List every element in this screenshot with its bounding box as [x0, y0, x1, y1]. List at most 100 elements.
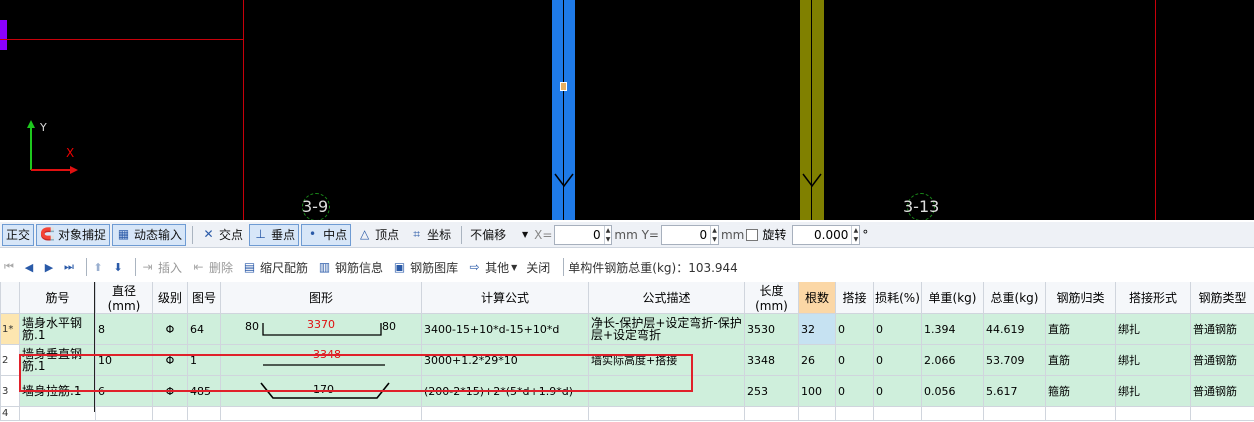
cell-shape[interactable]: 80 3370 80: [220, 313, 422, 345]
rebar-library-button[interactable]: ▣ 钢筋图库: [392, 259, 458, 276]
header-rebar-type[interactable]: 钢筋类型: [1190, 282, 1254, 314]
cell-formula[interactable]: 3400-15+10*d-15+10*d: [421, 313, 589, 345]
cell-loss[interactable]: 0: [873, 375, 922, 407]
cell-empty[interactable]: [1045, 406, 1116, 421]
cell-total-weight[interactable]: 44.619: [983, 313, 1046, 345]
header-total-weight[interactable]: 总重(kg): [983, 282, 1046, 314]
table-row[interactable]: 1* 墙身水平钢筋.1 8 Φ 64 80 3370 80 3400-15+10…: [0, 313, 1254, 345]
object-snap-button[interactable]: 🧲 对象捕捉: [36, 223, 111, 246]
cell-description[interactable]: 墙实际高度+搭接: [588, 344, 745, 376]
cell-empty[interactable]: [1115, 406, 1191, 421]
cell-category[interactable]: 箍筋: [1045, 375, 1116, 407]
y-coordinate-input[interactable]: 0 ▲ ▼: [660, 224, 719, 245]
cell-rebar-type[interactable]: 普通钢筋: [1190, 313, 1254, 345]
cell-empty[interactable]: [921, 406, 984, 421]
cell-empty[interactable]: [152, 406, 188, 421]
cell-diameter[interactable]: 8: [95, 313, 153, 345]
spin-arrows-icon[interactable]: ▲ ▼: [710, 225, 718, 244]
cell-figure-no[interactable]: 1: [187, 344, 221, 376]
rotate-checkbox[interactable]: [746, 228, 759, 241]
cell-lap-type[interactable]: 绑扎: [1115, 313, 1191, 345]
header-count[interactable]: 根数: [798, 282, 836, 314]
cell-formula[interactable]: (200-2*15)+2*(5*d+1.9*d): [421, 375, 589, 407]
cell-lap[interactable]: 0: [835, 344, 874, 376]
move-down-icon[interactable]: ⬇: [111, 261, 125, 274]
next-record-icon[interactable]: ▶: [42, 261, 56, 274]
table-row[interactable]: 3 墙身拉筋.1 6 Φ 485 170 (200-2*15)+2*(5*d+1…: [0, 375, 1254, 407]
x-coordinate-input[interactable]: 0 ▲ ▼: [554, 224, 613, 245]
cell-lap-type[interactable]: 绑扎: [1115, 344, 1191, 376]
cell-length[interactable]: 253: [744, 375, 799, 407]
cell-count[interactable]: 100: [798, 375, 836, 407]
cell-empty[interactable]: [421, 406, 589, 421]
ortho-button[interactable]: 正交: [2, 223, 35, 246]
scale-rebar-button[interactable]: ▤ 缩尺配筋: [242, 259, 308, 276]
cell-empty[interactable]: [220, 406, 422, 421]
cell-category[interactable]: 直筋: [1045, 344, 1116, 376]
cell-figure-no[interactable]: 64: [187, 313, 221, 345]
header-length[interactable]: 长度(mm): [744, 282, 799, 314]
cell-empty[interactable]: [1190, 406, 1254, 421]
header-loss[interactable]: 损耗(%): [873, 282, 922, 314]
rotate-angle-input[interactable]: 0.000 ▲ ▼: [792, 224, 861, 245]
move-up-icon[interactable]: ⬆: [91, 261, 105, 274]
row-index[interactable]: 1*: [0, 313, 20, 345]
header-category[interactable]: 钢筋归类: [1045, 282, 1116, 314]
last-record-icon[interactable]: ⏭: [62, 260, 76, 274]
coordinate-snap-button[interactable]: ⌗ 坐标: [405, 224, 455, 246]
cell-empty[interactable]: [588, 406, 745, 421]
cell-total-weight[interactable]: 53.709: [983, 344, 1046, 376]
cell-grade[interactable]: Φ: [152, 375, 188, 407]
cell-length[interactable]: 3348: [744, 344, 799, 376]
spin-arrows-icon[interactable]: ▲ ▼: [603, 225, 612, 244]
offset-mode-select[interactable]: 不偏移 ▼: [466, 224, 532, 246]
spin-arrows-icon[interactable]: ▲ ▼: [851, 225, 859, 244]
table-row[interactable]: 2 墙身垂直钢筋.1 10 Φ 1 3348 3000+1.2*29*10 墙实…: [0, 344, 1254, 376]
node-marker[interactable]: [560, 82, 567, 91]
table-row-empty[interactable]: 4: [0, 406, 1254, 421]
header-lap-type[interactable]: 搭接形式: [1115, 282, 1191, 314]
cell-length[interactable]: 3530: [744, 313, 799, 345]
cell-unit-weight[interactable]: 2.066: [921, 344, 984, 376]
cell-formula[interactable]: 3000+1.2*29*10: [421, 344, 589, 376]
cell-shape[interactable]: 170: [220, 375, 422, 407]
cell-empty[interactable]: [187, 406, 221, 421]
delete-button[interactable]: ⇤ 删除: [191, 259, 233, 276]
header-description[interactable]: 公式描述: [588, 282, 745, 314]
cell-figure-no[interactable]: 485: [187, 375, 221, 407]
cell-name[interactable]: 墙身水平钢筋.1: [19, 313, 96, 345]
cell-name[interactable]: 墙身垂直钢筋.1: [19, 344, 96, 376]
cell-diameter[interactable]: 10: [95, 344, 153, 376]
other-menu-button[interactable]: ⇨ 其他 ▼: [467, 259, 518, 276]
cell-empty[interactable]: [19, 406, 96, 421]
cell-category[interactable]: 直筋: [1045, 313, 1116, 345]
cell-empty[interactable]: [873, 406, 922, 421]
cell-name[interactable]: 墙身拉筋.1: [19, 375, 96, 407]
cell-rebar-type[interactable]: 普通钢筋: [1190, 375, 1254, 407]
first-record-icon[interactable]: ⏮: [2, 260, 16, 274]
header-figure-no[interactable]: 图号: [187, 282, 221, 314]
cell-unit-weight[interactable]: 1.394: [921, 313, 984, 345]
intersection-snap-button[interactable]: ✕ 交点: [197, 224, 247, 246]
cell-lap-type[interactable]: 绑扎: [1115, 375, 1191, 407]
cell-lap[interactable]: 0: [835, 313, 874, 345]
cell-description[interactable]: [588, 375, 745, 407]
cell-empty[interactable]: [835, 406, 874, 421]
cell-empty[interactable]: [744, 406, 799, 421]
header-lap[interactable]: 搭接: [835, 282, 874, 314]
row-index[interactable]: 4: [0, 406, 20, 421]
insert-button[interactable]: ⇥ 插入: [140, 259, 182, 276]
close-button[interactable]: 关闭: [526, 259, 550, 276]
header-formula[interactable]: 计算公式: [421, 282, 589, 314]
vertex-snap-button[interactable]: △ 顶点: [353, 224, 403, 246]
cell-empty[interactable]: [95, 406, 153, 421]
header-name[interactable]: 筋号: [19, 282, 96, 314]
dynamic-input-button[interactable]: ▦ 动态输入: [112, 223, 187, 246]
cell-empty[interactable]: [798, 406, 836, 421]
header-diameter[interactable]: 直径(mm): [95, 282, 153, 314]
cell-count[interactable]: 32: [798, 313, 836, 345]
cell-diameter[interactable]: 6: [95, 375, 153, 407]
perpendicular-snap-button[interactable]: ⊥ 垂点: [249, 223, 300, 246]
cell-lap[interactable]: 0: [835, 375, 874, 407]
cell-empty[interactable]: [983, 406, 1046, 421]
